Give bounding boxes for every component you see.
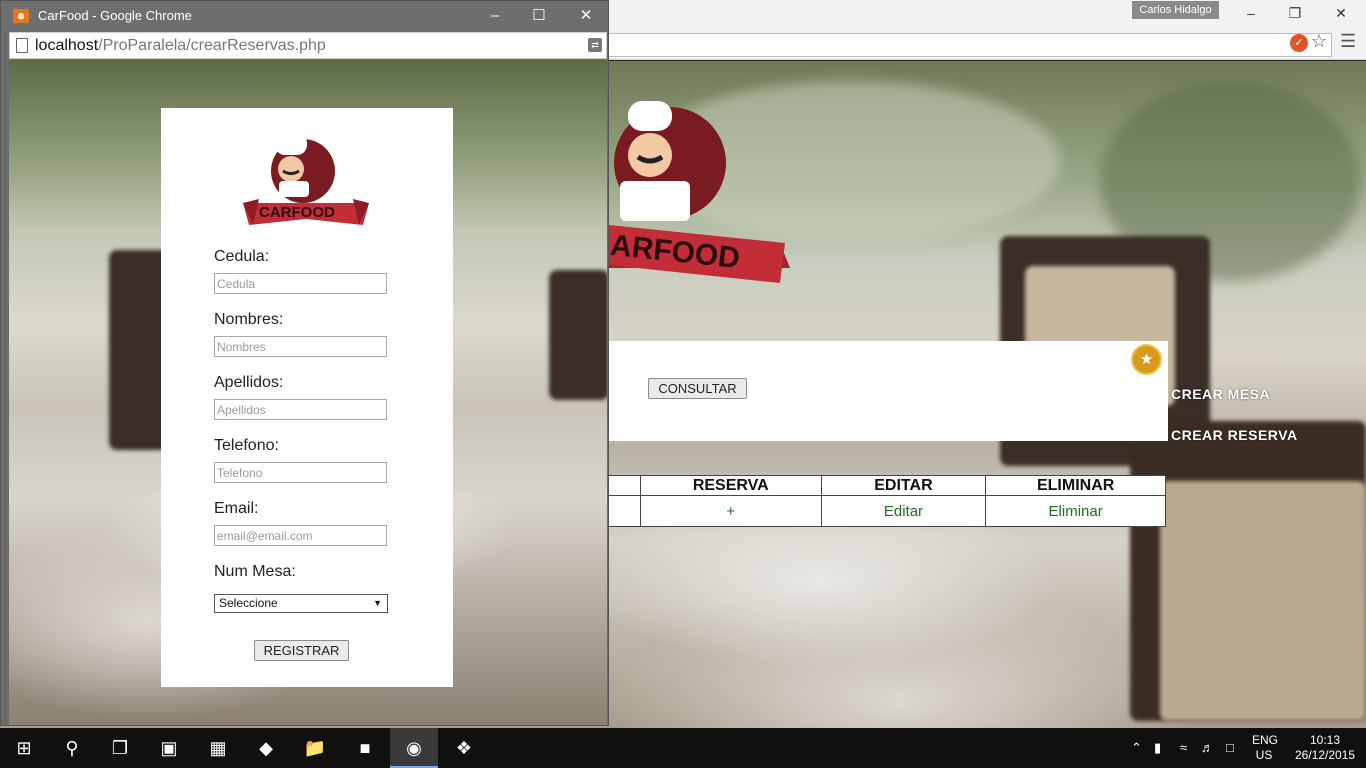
bookmark-star-icon[interactable]: ☆	[1311, 31, 1327, 52]
remote-desktop-icon[interactable]: ▦	[194, 728, 242, 768]
crear-mesa-link[interactable]: CREAR MESA	[1171, 386, 1270, 402]
cedula-label: Cedula:	[214, 248, 270, 265]
apellidos-label: Apellidos:	[214, 374, 284, 391]
telefono-label: Telefono:	[214, 437, 279, 454]
file-explorer-icon[interactable]: 📁	[291, 728, 339, 768]
minimize-icon[interactable]: –	[1228, 2, 1274, 26]
battery-icon[interactable]: ▮	[1154, 740, 1161, 756]
language-indicator[interactable]: ENG US	[1252, 733, 1279, 763]
reservar-plus-link[interactable]: +	[639, 495, 822, 527]
table-cell	[608, 495, 641, 527]
consult-panel: CONSULTAR ★	[608, 341, 1168, 441]
editar-link[interactable]: Editar	[820, 495, 987, 527]
region-code: US	[1255, 748, 1273, 762]
dropdown-arrow-icon: ▼	[373, 598, 382, 608]
show-hidden-icons-chevron-icon[interactable]: ⌃	[1131, 740, 1142, 756]
table-header-cell: RESERVA	[639, 475, 822, 496]
extension-icon[interactable]: ✓	[1290, 34, 1308, 52]
nombres-label: Nombres:	[214, 311, 284, 328]
xampp-favicon-icon: ⊗	[13, 9, 29, 23]
url-text[interactable]: localhost/ProParalela/crearReservas.php	[35, 37, 326, 55]
reservas-table: RESERVA EDITAR ELIMINAR + Editar Elimina…	[608, 475, 1166, 527]
chair-shape	[109, 250, 169, 450]
nombres-input[interactable]	[214, 336, 387, 357]
language-code: ENG	[1252, 733, 1279, 747]
eliminar-link[interactable]: Eliminar	[985, 495, 1166, 527]
popup-titlebar[interactable]: ⊗ CarFood - Google Chrome – ☐ ✕	[1, 1, 608, 31]
translate-icon[interactable]: ⇄	[588, 38, 602, 52]
url-host: localhost	[35, 37, 99, 54]
table-header-cell: EDITAR	[820, 475, 987, 496]
apellidos-input[interactable]	[214, 399, 387, 420]
clock-date: 26/12/2015	[1294, 748, 1356, 762]
table-header-cell: ELIMINAR	[985, 475, 1166, 496]
carfood-logo: CARFOOD	[243, 133, 369, 225]
favorite-badge-icon[interactable]: ★	[1131, 344, 1162, 375]
crear-reserva-link[interactable]: CREAR RESERVA	[1171, 427, 1298, 443]
minimize-icon[interactable]: –	[475, 4, 515, 28]
logo-text: CARFOOD	[259, 204, 335, 221]
num-mesa-select[interactable]: Seleccione ▼	[214, 594, 388, 613]
cedula-input[interactable]	[214, 273, 387, 294]
wifi-icon[interactable]: ≈	[1180, 740, 1187, 755]
background-address-bar[interactable]	[600, 33, 1332, 57]
chair-shape	[549, 270, 607, 400]
svg-text:ARFOOD: ARFOOD	[609, 229, 742, 275]
restore-icon[interactable]: ❐	[1272, 2, 1318, 26]
email-input[interactable]	[214, 525, 387, 546]
reserva-form-card: CARFOOD Cedula: Nombres: Apellidos: Tele…	[161, 108, 453, 687]
num-mesa-label: Num Mesa:	[214, 563, 296, 580]
windows-start-icon[interactable]: ⊞	[0, 728, 48, 768]
paint-palette-icon[interactable]: ❖	[440, 728, 488, 768]
chair-cushion-front-shape	[1160, 481, 1366, 721]
popup-browser-window: ⊗ CarFood - Google Chrome – ☐ ✕ localhos…	[0, 0, 609, 726]
popup-page-content: CARFOOD Cedula: Nombres: Apellidos: Tele…	[9, 60, 607, 725]
search-icon[interactable]: ⚲	[48, 728, 96, 768]
consultar-button[interactable]: CONSULTAR	[648, 378, 747, 399]
table-row: + Editar Eliminar	[608, 495, 1166, 527]
popup-window-title: CarFood - Google Chrome	[38, 8, 192, 23]
windows-taskbar: ⊞ ⚲ ❐ ▣ ▦ ◆ 📁 ■ ◉ ❖ ⌃ ▮ ≈ ♬ □ ENG US 10:…	[0, 728, 1366, 768]
sublime-text-icon[interactable]: ■	[341, 728, 389, 768]
popup-address-bar[interactable]: localhost/ProParalela/crearReservas.php …	[9, 32, 607, 59]
carfood-logo-large: ARFOOD	[600, 101, 790, 283]
table-header-cell	[608, 475, 641, 496]
clock[interactable]: 10:13 26/12/2015	[1285, 733, 1365, 763]
table-header-row: RESERVA EDITAR ELIMINAR	[608, 475, 1166, 496]
paint-app-icon[interactable]: ◆	[242, 728, 290, 768]
close-icon[interactable]: ✕	[1318, 2, 1364, 26]
chrome-menu-icon[interactable]: ☰	[1340, 31, 1356, 52]
store-icon[interactable]: ▣	[145, 728, 193, 768]
volume-icon[interactable]: ♬	[1201, 740, 1214, 755]
telefono-input[interactable]	[214, 462, 387, 483]
email-label: Email:	[214, 500, 259, 517]
page-icon	[16, 38, 28, 53]
action-center-icon[interactable]: □	[1226, 740, 1234, 755]
num-mesa-selected-value: Seleccione	[219, 596, 278, 610]
registrar-button[interactable]: REGISTRAR	[254, 640, 349, 661]
maximize-icon[interactable]: ☐	[519, 4, 559, 28]
task-view-icon[interactable]: ❐	[96, 728, 144, 768]
chrome-app-icon[interactable]: ◉	[390, 728, 438, 768]
user-profile-badge[interactable]: Carlos Hidalgo	[1132, 1, 1219, 19]
url-path: /ProParalela/crearReservas.php	[98, 37, 326, 54]
clock-time: 10:13	[1309, 733, 1341, 747]
close-icon[interactable]: ✕	[566, 4, 606, 28]
